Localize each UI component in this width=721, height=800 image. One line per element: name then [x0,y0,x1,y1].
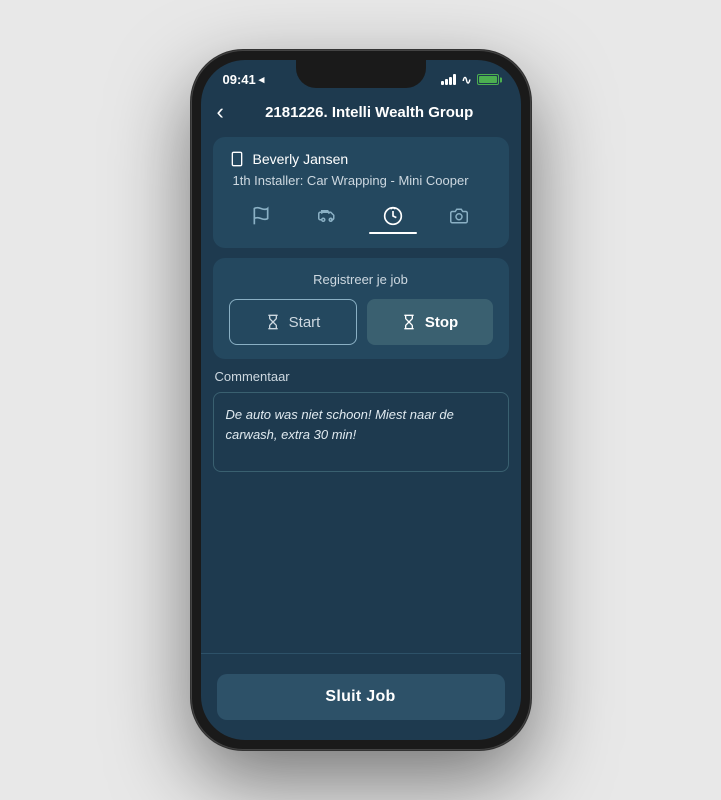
battery-fill [479,76,497,83]
signal-bar-1 [441,81,444,85]
status-icons: ∿ [441,73,498,87]
tab-bar [229,192,493,234]
clock-icon [383,206,403,226]
job-register-title: Registreer je job [229,272,493,287]
stop-button[interactable]: Stop [367,299,493,345]
stop-label: Stop [425,314,458,331]
phone-screen: 09:41 ◂ ∿ ‹ 2181226. Intelli Wealth [201,60,521,740]
signal-bar-4 [453,74,456,85]
wifi-icon: ∿ [461,73,471,87]
signal-icon [441,74,456,85]
comment-section: Commentaar De auto was niet schoon! Mies… [213,369,509,472]
job-buttons: Start Stop [229,299,493,345]
job-register-card: Registreer je job Start Stop [213,258,509,359]
hourglass-start-icon [265,312,281,332]
signal-bar-3 [449,77,452,85]
start-label: Start [289,314,321,331]
tab-car[interactable] [302,203,352,233]
main-content: Beverly Jansen 1th Installer: Car Wrappi… [201,137,521,653]
back-button[interactable]: ‹ [217,99,224,125]
customer-name-row: Beverly Jansen [229,151,493,167]
comment-text[interactable]: De auto was niet schoon! Miest naar de c… [213,392,509,472]
time-display: 09:41 [223,72,256,87]
customer-name: Beverly Jansen [253,151,349,167]
sluit-job-button[interactable]: Sluit Job [217,674,505,720]
phone-icon [229,151,245,167]
phone-frame: 09:41 ◂ ∿ ‹ 2181226. Intelli Wealth [191,50,531,750]
camera-icon [448,207,470,225]
tab-clock[interactable] [369,202,417,234]
bottom-divider [201,653,521,654]
bottom-section: Sluit Job [201,664,521,740]
phone-notch [296,60,426,88]
comment-label: Commentaar [215,369,509,384]
page-title: 2181226. Intelli Wealth Group [234,104,505,121]
title-name: Intelli Wealth Group [328,104,474,121]
hourglass-stop-icon [401,312,417,332]
installer-text: 1th Installer: Car Wrapping - Mini Coope… [233,173,493,188]
title-number: 2181226. [265,104,328,121]
flag-icon [251,206,271,226]
signal-bar-2 [445,79,448,85]
status-time: 09:41 ◂ [223,72,265,87]
car-icon [316,207,338,225]
tab-flag[interactable] [237,202,285,234]
tab-camera[interactable] [434,203,484,233]
start-button[interactable]: Start [229,299,357,345]
customer-card: Beverly Jansen 1th Installer: Car Wrappi… [213,137,509,248]
location-icon: ◂ [259,73,265,86]
page-header: ‹ 2181226. Intelli Wealth Group [201,91,521,137]
battery-icon [477,74,499,85]
